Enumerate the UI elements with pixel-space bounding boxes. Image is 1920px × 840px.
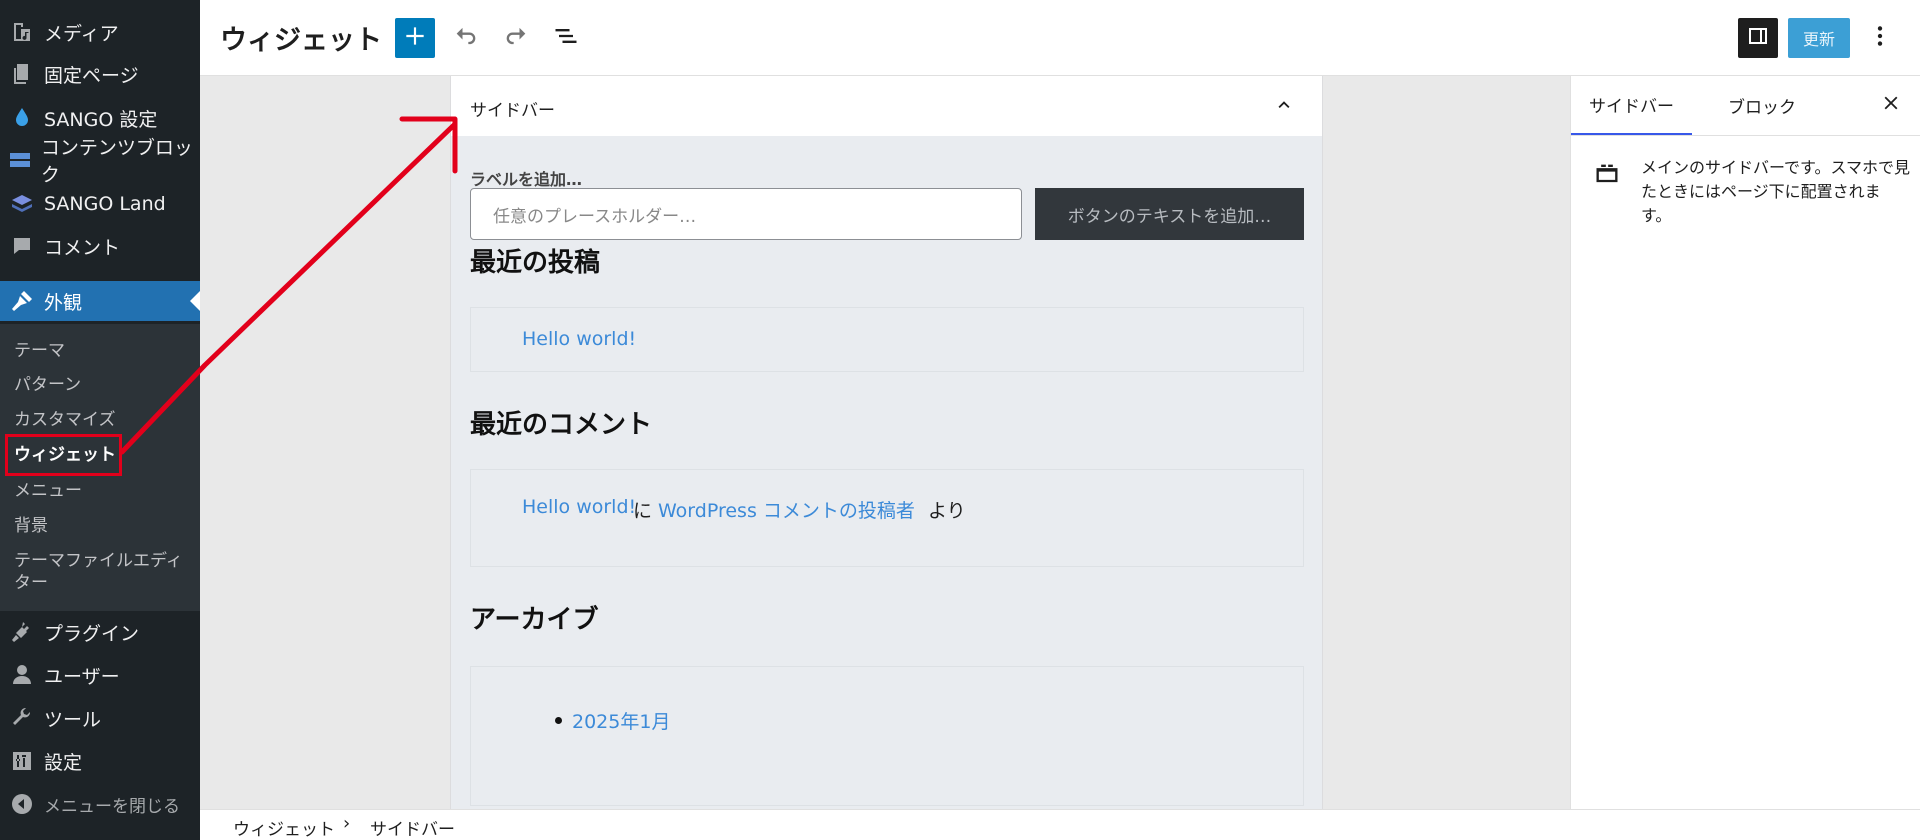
admin-menu-label: 設定	[44, 751, 83, 774]
admin-menu-label: コメント	[44, 236, 121, 259]
undo-button[interactable]	[448, 20, 484, 56]
admin-menu-label: SANGO 設定	[44, 108, 158, 131]
comment-author-link[interactable]: WordPress コメントの投稿者	[658, 496, 915, 523]
archives-heading[interactable]: アーカイブ	[470, 599, 598, 636]
user-icon	[0, 663, 44, 687]
update-button[interactable]: 更新	[1788, 18, 1850, 58]
recent-comments-block[interactable]: Hello world! に WordPress コメントの投稿者 より	[470, 469, 1304, 567]
widget-area-title: サイドバー	[470, 101, 555, 121]
submenu-item-customize[interactable]: カスタマイズ	[14, 409, 116, 431]
admin-menu-appearance[interactable]: 外観	[0, 281, 200, 321]
sidebar-panel-icon	[1746, 24, 1770, 52]
settings-toggle-button[interactable]	[1738, 18, 1778, 58]
tool-icon	[0, 706, 44, 730]
admin-menu-media[interactable]: メディア	[0, 12, 200, 52]
admin-menu-label: SANGO Land	[44, 193, 166, 215]
comment-post-link[interactable]: Hello world!	[522, 496, 636, 518]
search-button[interactable]: ボタンのテキストを追加…	[1035, 188, 1304, 240]
widget-area-header[interactable]: サイドバー	[451, 76, 1322, 136]
admin-menu-plugins[interactable]: プラグイン	[0, 612, 200, 652]
tab-sidebar[interactable]: サイドバー	[1571, 76, 1692, 135]
submenu-item-background[interactable]: 背景	[14, 515, 48, 537]
admin-menu-pages[interactable]: 固定ページ	[0, 54, 200, 94]
breadcrumb-separator: ›	[343, 813, 351, 834]
recent-post-link[interactable]: Hello world!	[522, 328, 636, 350]
add-block-button[interactable]	[395, 18, 435, 58]
admin-menu-tools[interactable]: ツール	[0, 698, 200, 738]
redo-button[interactable]	[498, 20, 534, 56]
search-input[interactable]: 任意のプレースホルダー…	[470, 188, 1022, 240]
widget-area-icon	[1593, 160, 1621, 188]
pages-icon	[0, 62, 44, 86]
settings-sidebar: サイドバー ブロック メインのサイドバーです。スマホで見たときにはページ下に配置…	[1570, 76, 1920, 809]
drop-icon	[0, 106, 44, 130]
options-menu-button[interactable]	[1862, 18, 1898, 58]
submenu-item-menus[interactable]: メニュー	[14, 480, 82, 502]
settings-icon	[0, 749, 44, 773]
list-view-icon	[552, 22, 580, 54]
widget-area-description: メインのサイドバーです。スマホで見たときにはページ下に配置されます。	[1641, 158, 1910, 225]
search-block-label[interactable]: ラベルを追加…	[470, 166, 582, 190]
comment-icon	[0, 234, 44, 258]
widget-area-sidebar: サイドバー ラベルを追加… 任意のプレースホルダー… ボタンのテキストを追加… …	[450, 76, 1323, 809]
list-view-button[interactable]	[548, 20, 584, 56]
collapse-area-button[interactable]	[1270, 92, 1298, 120]
tab-block[interactable]: ブロック	[1707, 76, 1817, 135]
collapse-icon	[0, 792, 44, 816]
settings-divider	[1571, 135, 1920, 136]
close-settings-button[interactable]	[1876, 90, 1906, 120]
admin-menu-label: メニューを閉じる	[44, 796, 180, 817]
breadcrumb-item-sidebar[interactable]: サイドバー	[370, 815, 455, 840]
admin-menu-label: プラグイン	[44, 622, 140, 645]
admin-menu-label: 外観	[44, 291, 83, 314]
appearance-icon	[0, 289, 44, 313]
close-icon	[1880, 92, 1902, 118]
admin-menu-label: メディア	[44, 22, 119, 45]
admin-menu-users[interactable]: ユーザー	[0, 655, 200, 695]
content-block-icon	[0, 148, 41, 172]
admin-menu-label: 固定ページ	[44, 64, 139, 87]
admin-menu-settings[interactable]: 設定	[0, 741, 200, 781]
page-title: ウィジェット	[220, 25, 382, 56]
plus-icon	[402, 23, 428, 53]
collapse-menu-button[interactable]: メニューを閉じる	[0, 784, 200, 824]
recent-posts-block[interactable]: Hello world!	[470, 307, 1304, 372]
admin-menu-label: ツール	[44, 708, 102, 731]
comment-on-text: に	[633, 500, 653, 522]
redo-icon	[502, 22, 530, 54]
breadcrumb: ウィジェット › サイドバー	[200, 809, 1920, 840]
admin-menu-content-blocks[interactable]: コンテンツブロック	[0, 137, 200, 186]
recent-comments-heading[interactable]: 最近のコメント	[470, 404, 652, 441]
admin-menu-comments[interactable]: コメント	[0, 226, 200, 266]
archives-block[interactable]: 2025年1月	[470, 666, 1304, 806]
submenu-item-theme-file-editor[interactable]: テーマファイルエディター	[14, 550, 194, 594]
breadcrumb-item-widgets[interactable]: ウィジェット	[233, 815, 335, 840]
archive-link[interactable]: 2025年1月	[572, 707, 670, 734]
list-bullet	[555, 717, 562, 724]
plugin-icon	[0, 620, 44, 644]
layers-icon	[0, 192, 44, 216]
chevron-up-icon	[1273, 93, 1295, 119]
undo-icon	[452, 22, 480, 54]
admin-menu-sango-settings[interactable]: SANGO 設定	[0, 98, 200, 138]
comment-from-text: より	[928, 500, 966, 522]
submenu-item-themes[interactable]: テーマ	[14, 340, 65, 362]
annotation-highlight-box	[5, 434, 122, 476]
submenu-item-patterns[interactable]: パターン	[14, 374, 81, 396]
admin-menu-label: ユーザー	[44, 665, 120, 688]
media-icon	[0, 20, 44, 44]
admin-menu-sango-land[interactable]: SANGO Land	[0, 184, 200, 224]
more-vertical-icon	[1867, 23, 1893, 53]
admin-menu-label: コンテンツブロック	[40, 137, 193, 186]
recent-posts-heading[interactable]: 最近の投稿	[470, 242, 600, 279]
